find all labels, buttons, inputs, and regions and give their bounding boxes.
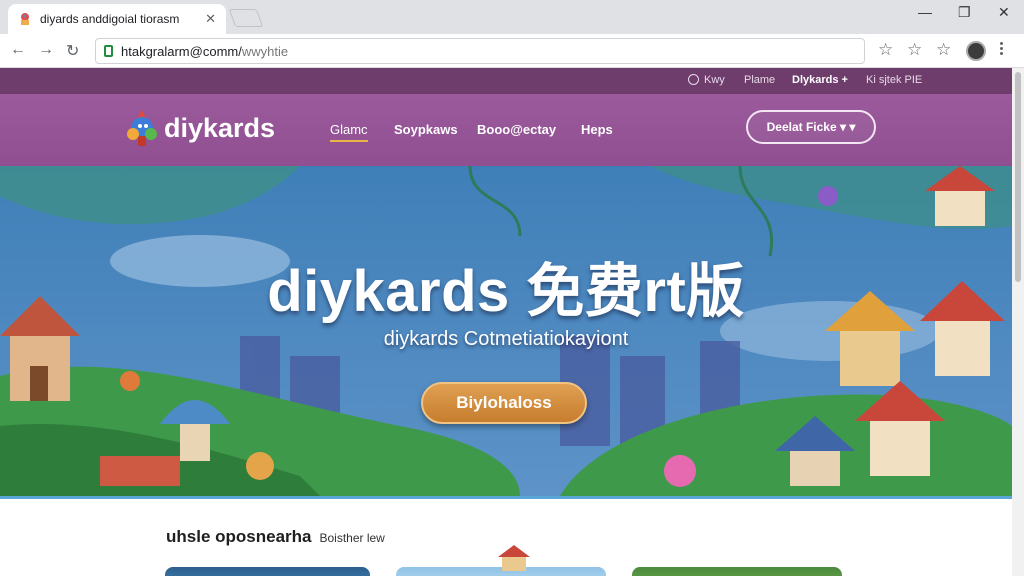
- section-tag: Boisther lew: [319, 531, 385, 545]
- nav-link-booo[interactable]: Booo@ectay: [477, 122, 556, 137]
- site-favicon-icon: [21, 13, 29, 25]
- page-scrollbar[interactable]: [1012, 68, 1024, 576]
- reload-icon[interactable]: ↻: [66, 41, 79, 61]
- browser-tabbar: diyards anddigoial tiorasm ✕ — ❐ ✕: [0, 0, 1024, 34]
- extension-star-icon[interactable]: ☆: [907, 40, 922, 60]
- utility-item-sjtek[interactable]: Ki sjtek PIE: [866, 74, 922, 86]
- content-card[interactable]: [632, 567, 842, 576]
- nav-link-soypkaws[interactable]: Soypkaws: [394, 122, 458, 137]
- profile-avatar[interactable]: [966, 41, 986, 61]
- restore-icon[interactable]: ❐: [958, 4, 971, 21]
- logo-text: diykards: [164, 112, 276, 143]
- hero-subtitle: diykards Cotmetiatiokayiont: [383, 328, 629, 350]
- url-text: htakgralarm@comm/wwyhtie: [121, 43, 289, 59]
- main-nav: diykards Glamc Soypkaws Booo@ectay Heps …: [0, 94, 1012, 166]
- nav-cta-button[interactable]: Deelat Ficke ▾ ▾: [746, 110, 876, 144]
- utility-item-kwy[interactable]: Kwy: [688, 74, 725, 86]
- logo-character-icon: [127, 110, 157, 146]
- site-logo[interactable]: diykards: [124, 108, 275, 148]
- utility-bar: Kwy Plame Dlykards + Ki sjtek PIE: [0, 68, 1012, 94]
- tab-close-icon[interactable]: ✕: [205, 11, 216, 27]
- tab-title: diyards anddigoial tiorasm: [40, 12, 180, 26]
- plus-icon: +: [841, 74, 848, 86]
- bookmark-star-icon[interactable]: ☆: [878, 40, 893, 60]
- nav-link-heps[interactable]: Heps: [581, 122, 613, 137]
- close-icon[interactable]: ✕: [998, 4, 1010, 21]
- browser-menu-icon[interactable]: [1000, 42, 1004, 57]
- scrollbar-thumb[interactable]: [1015, 72, 1021, 282]
- hero-cta-button[interactable]: Biylohaloss: [421, 382, 587, 424]
- new-tab-button[interactable]: [228, 9, 264, 27]
- address-bar[interactable]: htakgralarm@comm/wwyhtie: [95, 38, 865, 64]
- page-viewport: Kwy Plame Dlykards + Ki sjtek PIE diykar…: [0, 68, 1012, 576]
- back-icon[interactable]: ←: [10, 41, 26, 59]
- nav-link-glamc[interactable]: Glamc: [330, 122, 368, 142]
- user-circle-icon: [688, 74, 699, 85]
- forward-icon[interactable]: →: [38, 41, 54, 59]
- browser-tab[interactable]: diyards anddigoial tiorasm ✕: [8, 4, 226, 34]
- content-section: uhsle oposnearha Boisther lew: [0, 496, 1012, 576]
- browser-toolbar: ← → ↻ htakgralarm@comm/wwyhtie ☆ ☆ ☆: [0, 34, 1024, 68]
- house-icon: [498, 545, 530, 571]
- section-title: uhsle oposnearha Boisther lew: [166, 527, 385, 546]
- favorites-star-icon[interactable]: ☆: [936, 40, 951, 60]
- hero-title: diykards 免费rt版: [267, 259, 745, 324]
- content-card[interactable]: [396, 545, 606, 576]
- secure-lock-icon: [104, 45, 113, 57]
- minimize-icon[interactable]: —: [918, 4, 932, 20]
- hero-banner: diykards 免费rt版 diykards Cotmetiatiokayio…: [0, 166, 1012, 496]
- utility-item-dlykards[interactable]: Dlykards +: [792, 74, 848, 86]
- chevron-down-icon: ▾ ▾: [840, 120, 856, 134]
- utility-item-plame[interactable]: Plame: [744, 74, 775, 86]
- content-card[interactable]: [165, 567, 370, 576]
